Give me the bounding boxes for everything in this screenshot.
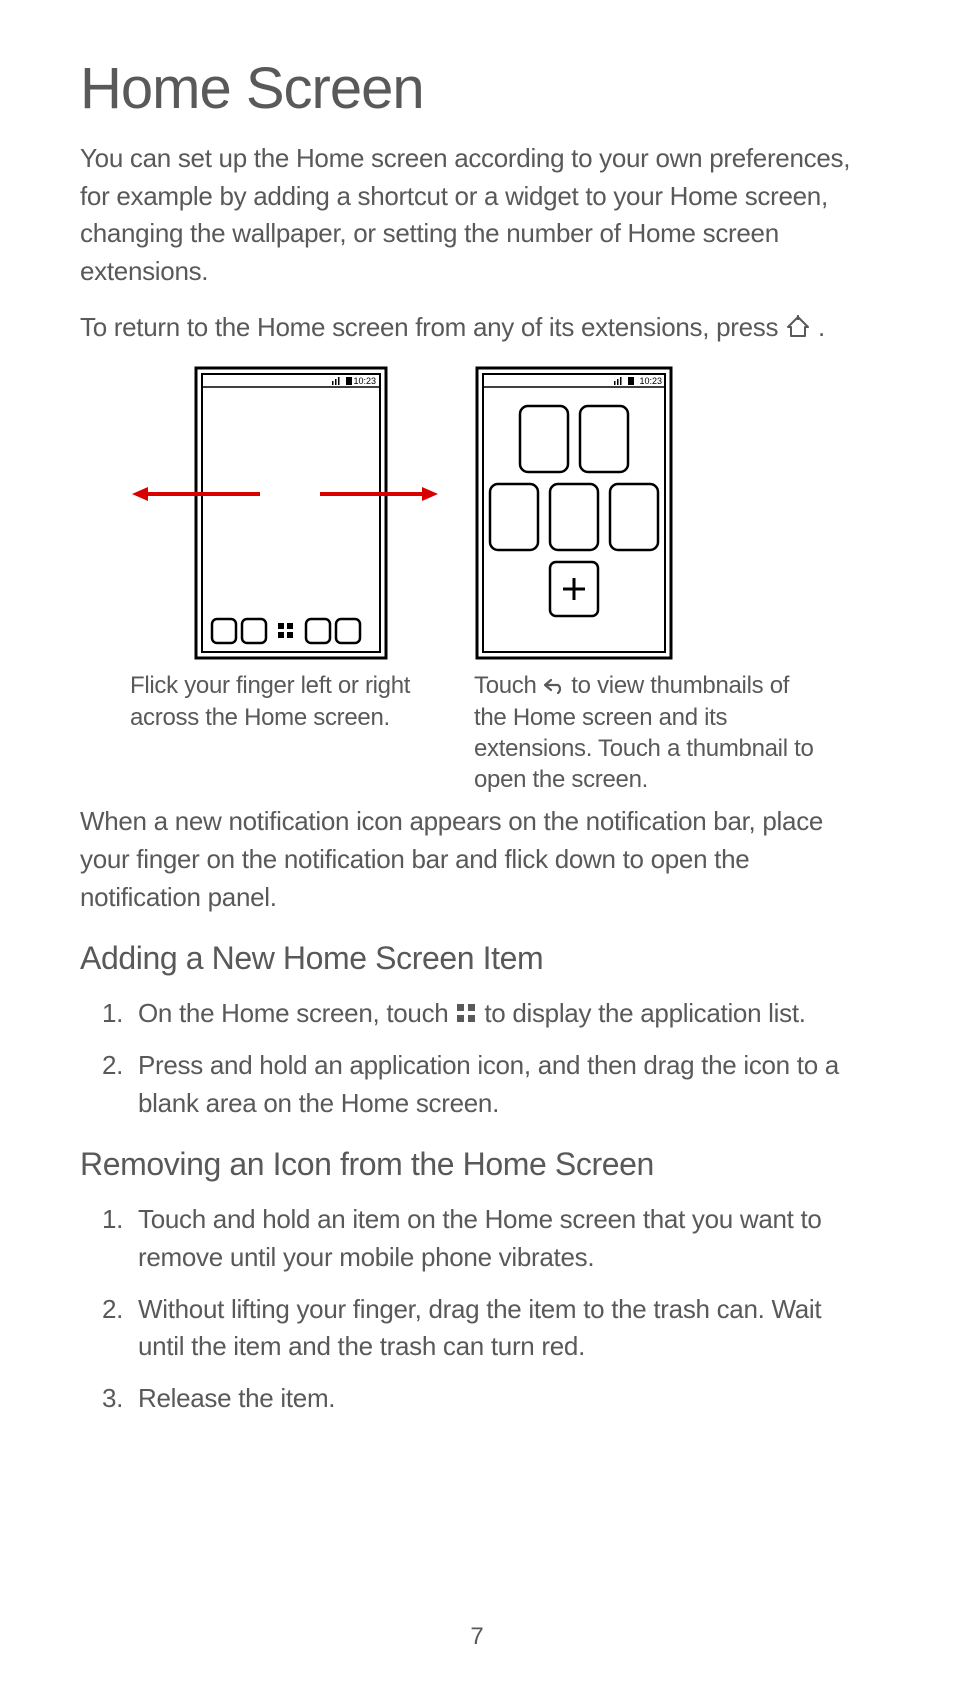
page-number: 7	[0, 1623, 954, 1651]
apps-icon	[455, 997, 477, 1019]
page-title: Home Screen	[80, 55, 874, 122]
figure-flick: 10:23	[130, 364, 440, 795]
add-step-2: Press and hold an application icon, and …	[130, 1047, 874, 1122]
fig2-caption-pre: Touch	[474, 672, 543, 699]
remove-step-1: Touch and hold an item on the Home scree…	[130, 1201, 874, 1276]
phone-thumbnails-illustration: 10:23	[474, 364, 674, 664]
removing-steps: Touch and hold an item on the Home scree…	[80, 1201, 874, 1417]
intro-paragraph-2: To return to the Home screen from any of…	[80, 309, 874, 347]
figure-thumbnails-caption: Touch to view thumbnails of the Home scr…	[474, 670, 824, 795]
notification-paragraph: When a new notification icon appears on …	[80, 803, 874, 916]
add-step-1: On the Home screen, touch to display the…	[130, 995, 874, 1033]
intro-p2-pre: To return to the Home screen from any of…	[80, 312, 785, 342]
section-adding: Adding a New Home Screen Item	[80, 940, 874, 977]
section-removing: Removing an Icon from the Home Screen	[80, 1146, 874, 1183]
status-time: 10:23	[639, 376, 662, 386]
home-icon	[785, 313, 811, 339]
figure-flick-caption: Flick your finger left or right across t…	[130, 670, 440, 732]
remove-step-2: Without lifting your finger, drag the it…	[130, 1291, 874, 1366]
manual-page: Home Screen You can set up the Home scre…	[0, 0, 954, 1691]
add-step1-post: to display the application list.	[484, 998, 805, 1028]
add-step1-pre: On the Home screen, touch	[138, 998, 455, 1028]
adding-steps: On the Home screen, touch to display the…	[80, 995, 874, 1122]
phone-flick-illustration: 10:23	[130, 364, 440, 664]
back-icon	[543, 677, 565, 695]
remove-step-3: Release the item.	[130, 1380, 874, 1418]
intro-paragraph-1: You can set up the Home screen according…	[80, 140, 874, 291]
figure-thumbnails: 10:23 Touch to view thumbnails of	[474, 364, 824, 795]
apps-icon	[278, 623, 293, 638]
figure-row: 10:23	[130, 364, 874, 795]
status-time: 10:23	[353, 376, 376, 386]
intro-p2-post: .	[818, 312, 825, 342]
